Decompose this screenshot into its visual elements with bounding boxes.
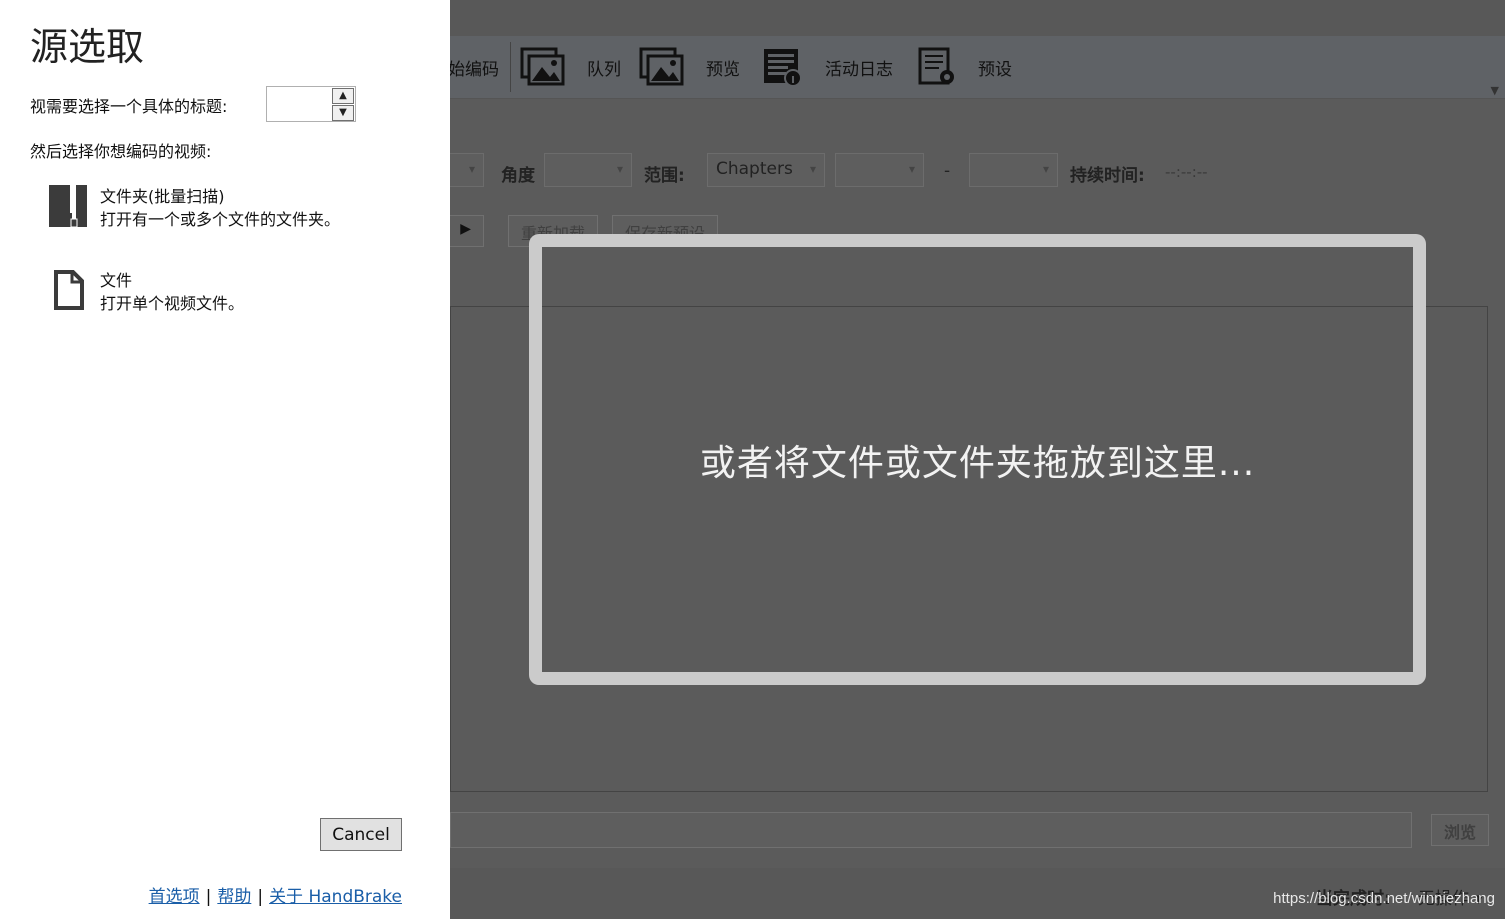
preview-button[interactable]: 预览 — [639, 36, 740, 98]
range-dash: - — [944, 161, 951, 181]
panel-title: 源选取 — [30, 25, 145, 69]
choose-video-label: 然后选择你想编码的视频: — [30, 142, 212, 161]
activity-log-label: 活动日志 — [825, 59, 893, 80]
preview-icon — [639, 47, 684, 86]
cancel-button[interactable]: Cancel — [320, 818, 402, 851]
open-file-option[interactable]: 文件 打开单个视频文件。 — [44, 267, 424, 327]
file-icon — [54, 270, 84, 310]
play-arrow-icon: ▶ — [460, 221, 471, 237]
folder-zip-icon — [49, 185, 87, 228]
start-encode-button[interactable]: 始编码 — [448, 36, 499, 98]
stepper-down-button[interactable]: ▼ — [332, 105, 354, 121]
drop-zone[interactable]: 或者将文件或文件夹拖放到这里... — [529, 234, 1426, 685]
chevron-down-icon[interactable]: ▼ — [1491, 84, 1499, 97]
browse-button[interactable]: 浏览 — [1431, 814, 1489, 846]
range-value: Chapters — [716, 159, 793, 179]
range-label: 范围: — [644, 166, 685, 186]
queue-label: 队列 — [587, 59, 621, 80]
footer-links: 首选项 | 帮助 | 关于 HandBrake — [149, 882, 402, 907]
presets-label: 预设 — [978, 59, 1012, 80]
open-file-description: 打开单个视频文件。 — [100, 294, 245, 313]
watermark-text: https://blog.csdn.net/winniezhang — [1273, 890, 1495, 907]
source-selection-panel: 源选取 视需要选择一个具体的标题: ▲ ▼ 然后选择你想编码的视频: 文件夹(批… — [0, 0, 450, 919]
queue-button[interactable]: 队列 — [520, 36, 621, 98]
angle-label: 角度 — [501, 166, 535, 186]
title-prompt-label: 视需要选择一个具体的标题: — [30, 97, 228, 116]
stepper-up-button[interactable]: ▲ — [332, 88, 354, 104]
activity-log-button[interactable]: 活动日志 — [762, 36, 893, 98]
range-end-combo[interactable]: ▾ — [969, 153, 1058, 187]
open-folder-title: 文件夹(批量扫描) — [100, 187, 225, 206]
duration-label: 持续时间: — [1070, 166, 1145, 186]
link-separator: | — [205, 887, 212, 907]
chevron-down-icon: ▾ — [908, 162, 915, 176]
start-encode-label: 始编码 — [448, 59, 499, 80]
drop-zone-text: 或者将文件或文件夹拖放到这里... — [699, 442, 1256, 484]
chevron-down-icon: ▾ — [616, 162, 623, 176]
duration-value: --:--:-- — [1165, 163, 1208, 181]
help-link[interactable]: 帮助 — [217, 887, 251, 907]
toolbar-separator — [510, 42, 511, 92]
browse-label: 浏览 — [1444, 823, 1477, 842]
preview-label: 预览 — [706, 59, 740, 80]
about-link[interactable]: 关于 HandBrake — [269, 887, 402, 907]
open-folder-option[interactable]: 文件夹(批量扫描) 打开有一个或多个文件的文件夹。 — [44, 183, 424, 243]
chevron-down-icon: ▾ — [468, 162, 475, 176]
chevron-down-icon: ▾ — [809, 162, 816, 176]
queue-icon — [520, 47, 565, 86]
range-start-combo[interactable]: ▾ — [835, 153, 924, 187]
destination-input[interactable] — [450, 812, 1412, 848]
chevron-down-icon: ▾ — [1042, 162, 1049, 176]
activity-log-icon — [764, 49, 802, 87]
open-file-title: 文件 — [100, 271, 133, 290]
open-folder-description: 打开有一个或多个文件的文件夹。 — [100, 210, 341, 229]
presets-icon — [918, 47, 954, 85]
title-number-stepper[interactable]: ▲ ▼ — [266, 86, 356, 122]
preferences-link[interactable]: 首选项 — [149, 887, 200, 907]
range-combo[interactable]: Chapters ▾ — [707, 153, 825, 187]
link-separator: | — [257, 887, 264, 907]
angle-combo[interactable]: ▾ — [544, 153, 632, 187]
presets-button[interactable]: 预设 — [918, 36, 1012, 98]
